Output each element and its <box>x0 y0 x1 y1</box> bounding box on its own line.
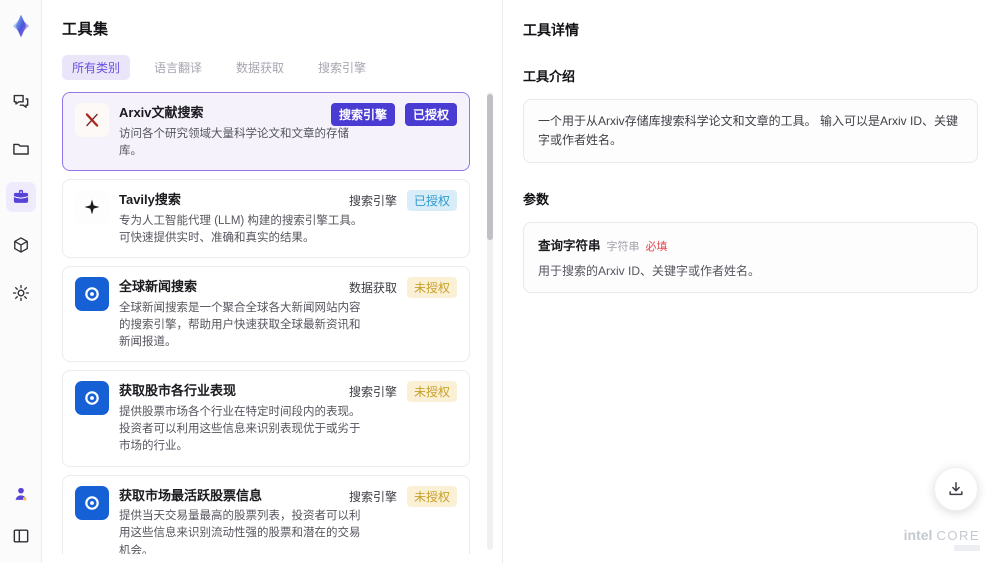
tool-description: 专为人工智能代理 (LLM) 构建的搜索引擎工具。可快速提供实时、准确和真实的结… <box>119 214 363 244</box>
tab-all[interactable]: 所有类别 <box>62 55 131 80</box>
sidebar-item-models[interactable] <box>6 230 36 260</box>
auth-status-badge: 已授权 <box>406 190 457 212</box>
core-logo-text: core <box>936 527 980 543</box>
stock-active-icon <box>75 485 109 520</box>
params-list: 查询字符串 字符串 必填 用于搜索的Arxiv ID、关键字或作者姓名。 <box>523 222 978 294</box>
param-type: 字符串 <box>606 241 640 254</box>
auth-status-badge: 未授权 <box>406 277 457 299</box>
user-icon <box>11 484 31 504</box>
param-item: 查询字符串 字符串 必填 用于搜索的Arxiv ID、关键字或作者姓名。 <box>538 235 963 280</box>
tab-translate[interactable]: 语言翻译 <box>144 55 212 80</box>
sidebar-item-account[interactable] <box>6 479 36 509</box>
news-search-icon <box>75 277 109 312</box>
tool-category: 数据获取 <box>348 281 397 296</box>
sidebar-item-settings[interactable] <box>6 278 36 308</box>
sidebar-item-files[interactable] <box>6 134 36 164</box>
stock-sector-icon <box>75 381 109 416</box>
tool-category: 搜索引擎 <box>348 194 397 209</box>
tavily-icon <box>75 190 109 225</box>
app-logo-icon <box>7 12 35 40</box>
sidebar-nav <box>5 86 36 308</box>
intel-logo-text: intel <box>903 526 933 543</box>
tool-category: 搜索引擎 <box>348 489 397 504</box>
tool-name: 全球新闻搜索 <box>119 279 198 295</box>
tool-list-scrollbar <box>487 92 493 550</box>
sidebar <box>0 0 42 563</box>
arxiv-icon <box>75 103 109 137</box>
folder-icon <box>11 139 31 159</box>
briefcase-icon <box>11 187 31 207</box>
tab-data-fetch[interactable]: 数据获取 <box>226 55 294 80</box>
auth-status-badge: 未授权 <box>406 485 457 507</box>
params-section-title: 参数 <box>523 192 550 208</box>
tools-panel: 工具集 所有类别 语言翻译 数据获取 搜索引擎 Arxiv文献搜索 访问各个研究… <box>42 0 503 563</box>
param-required-flag: 必填 <box>645 241 668 254</box>
param-description: 用于搜索的Arxiv ID、关键字或作者姓名。 <box>538 264 761 279</box>
tool-category: 搜索引擎 <box>348 385 397 400</box>
tool-card[interactable]: 获取市场最活跃股票信息 提供当天交易量最高的股票列表，投资者可以利用这些信息来识… <box>62 474 470 554</box>
sidebar-item-chat[interactable] <box>6 86 36 116</box>
param-name: 查询字符串 <box>538 239 601 254</box>
tool-description: 提供当天交易量最高的股票列表，投资者可以利用这些信息来识别流动性强的股票和潜在的… <box>119 510 361 554</box>
sidebar-item-tools[interactable] <box>5 182 36 212</box>
sidebar-item-collapse[interactable] <box>6 521 36 551</box>
download-icon <box>946 479 966 499</box>
tool-list: Arxiv文献搜索 访问各个研究领域大量科学论文和文章的存储库。 搜索引擎 已授… <box>62 92 502 554</box>
tool-card[interactable]: Arxiv文献搜索 访问各个研究领域大量科学论文和文章的存储库。 搜索引擎 已授… <box>62 92 470 172</box>
tool-details-panel: 工具详情 工具介绍 一个用于从Arxiv存储库搜索科学论文和文章的工具。 输入可… <box>503 0 1000 563</box>
intro-section-title: 工具介绍 <box>523 69 576 84</box>
tab-search-engine[interactable]: 搜索引擎 <box>308 55 376 80</box>
page-title: 工具集 <box>62 21 109 38</box>
tool-description: 访问各个研究领域大量科学论文和文章的存储库。 <box>119 127 349 157</box>
intel-core-logo: intel core <box>903 526 980 551</box>
tool-category: 搜索引擎 <box>330 103 395 126</box>
download-button[interactable] <box>934 467 978 511</box>
cube-icon <box>11 235 31 255</box>
tool-card[interactable]: 全球新闻搜索 全球新闻搜索是一个聚合全球各大新闻网站内容的搜索引擎，帮助用户快速… <box>62 266 470 363</box>
tool-intro-text: 一个用于从Arxiv存储库搜索科学论文和文章的工具。 输入可以是Arxiv ID… <box>523 99 978 164</box>
tool-name: 获取股市各行业表现 <box>119 383 237 399</box>
gear-icon <box>11 283 31 303</box>
intel-logo-sub-bar <box>954 545 980 551</box>
auth-status-badge: 已授权 <box>404 103 457 126</box>
category-tabs: 所有类别 语言翻译 数据获取 搜索引擎 <box>62 55 502 80</box>
tool-name: 获取市场最活跃股票信息 <box>119 487 263 503</box>
scrollbar-thumb[interactable] <box>487 94 493 240</box>
auth-status-badge: 未授权 <box>406 381 457 403</box>
tool-card[interactable]: Tavily搜索 专为人工智能代理 (LLM) 构建的搜索引擎工具。可快速提供实… <box>62 179 470 259</box>
main-area: 工具集 所有类别 语言翻译 数据获取 搜索引擎 Arxiv文献搜索 访问各个研究… <box>42 0 1000 563</box>
details-title: 工具详情 <box>523 22 579 38</box>
tool-name: Tavily搜索 <box>119 192 181 208</box>
tool-card[interactable]: 获取股市各行业表现 提供股票市场各个行业在特定时间段内的表现。投资者可以利用这些… <box>62 370 470 467</box>
chat-icon <box>11 91 31 111</box>
tool-description: 全球新闻搜索是一个聚合全球各大新闻网站内容的搜索引擎，帮助用户快速获取全球最新资… <box>119 301 361 349</box>
sidebar-bottom <box>6 479 36 551</box>
tool-description: 提供股票市场各个行业在特定时间段内的表现。投资者可以利用这些信息来识别表现优于或… <box>119 405 361 453</box>
panel-toggle-icon <box>11 526 31 546</box>
